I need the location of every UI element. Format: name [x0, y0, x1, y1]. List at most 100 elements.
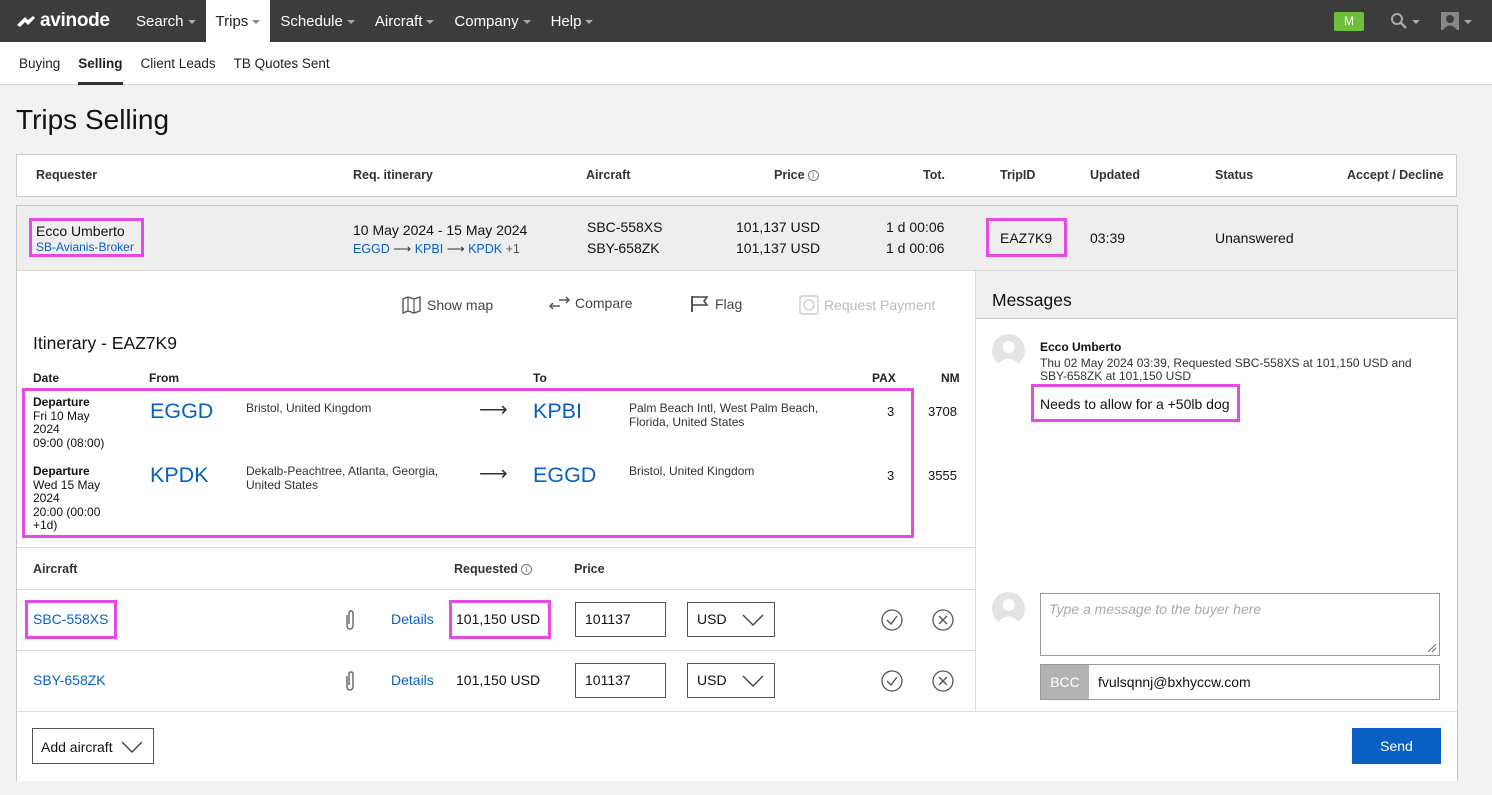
decline-x-icon[interactable] — [932, 670, 954, 692]
leg-date: Departure Wed 15 May 2024 20:00 (00:00 +… — [33, 464, 101, 533]
tab-tb-quotes-sent[interactable]: TB Quotes Sent — [225, 42, 339, 84]
accept-check-icon[interactable] — [881, 609, 903, 631]
caret-down-icon — [585, 19, 594, 24]
currency-value: USD — [697, 672, 727, 688]
decline-x-icon[interactable] — [932, 609, 954, 631]
details-link[interactable]: Details — [391, 611, 434, 627]
leg-date-line: Wed 15 May — [33, 477, 101, 492]
col-status[interactable]: Status — [1215, 168, 1253, 182]
trip-summary-row[interactable]: Ecco Umberto SB-Avianis-Broker 10 May 20… — [17, 206, 1457, 271]
itinerary-title: Itinerary - EAZ7K9 — [33, 333, 177, 353]
leg-date-line: 2024 — [33, 491, 60, 505]
from-airport-link[interactable]: KPDK — [150, 463, 209, 488]
resize-grip-icon[interactable] — [1427, 643, 1437, 653]
arrow-right-icon: ⟶ — [446, 242, 465, 256]
col-accept-decline[interactable]: Accept / Decline — [1347, 168, 1444, 182]
compare-label: Compare — [575, 295, 633, 311]
flag-button[interactable]: Flag — [690, 295, 742, 313]
nav-company-label: Company — [454, 12, 519, 30]
caret-down-icon — [252, 19, 261, 24]
show-map-button[interactable]: Show map — [401, 295, 493, 315]
user-badge[interactable]: M — [1334, 11, 1364, 31]
currency-select[interactable]: USD — [687, 663, 775, 698]
nav-help[interactable]: Help — [541, 0, 604, 42]
info-icon[interactable]: i — [807, 170, 819, 182]
route-airport[interactable]: KPDK — [468, 242, 502, 256]
aircraft-reg-link[interactable]: SBC-558XS — [33, 611, 108, 627]
user-menu[interactable] — [1440, 11, 1472, 31]
page-title: Trips Selling — [16, 104, 170, 135]
arrow-right-icon: ⟶ — [479, 399, 508, 421]
leg-pax: 3 — [887, 404, 895, 419]
ac-col-requested-label: Requested — [454, 562, 518, 576]
col-itinerary[interactable]: Req. itinerary — [353, 168, 433, 182]
nav-help-label: Help — [550, 12, 582, 30]
nav-trips[interactable]: Trips — [205, 0, 271, 42]
col-trip-id[interactable]: TripID — [1000, 168, 1035, 182]
search-menu[interactable] — [1390, 12, 1420, 30]
nav-search-label: Search — [136, 12, 184, 30]
itin-col-date: Date — [33, 371, 60, 385]
col-aircraft[interactable]: Aircraft — [586, 168, 630, 182]
compare-button[interactable]: Compare — [549, 295, 633, 311]
price-input[interactable]: 101137 — [575, 663, 666, 698]
aircraft-reg-link[interactable]: SBY-658ZK — [33, 672, 106, 688]
nav-aircraft[interactable]: Aircraft — [365, 0, 445, 42]
arrow-right-icon: ⟶ — [393, 242, 412, 256]
top-nav: avinode Search Trips Schedule Aircraft C… — [0, 0, 1492, 42]
to-airport-link[interactable]: EGGD — [533, 463, 596, 488]
status-text: Unanswered — [1215, 230, 1294, 246]
to-airport-link[interactable]: KPBI — [533, 399, 582, 424]
aircraft-link[interactable]: SBC-558XS — [587, 219, 662, 235]
message-sender: Ecco Umberto — [1040, 340, 1122, 354]
tab-client-leads[interactable]: Client Leads — [132, 42, 225, 84]
flag-icon — [691, 296, 709, 312]
requester-company-link[interactable]: SB-Avianis-Broker — [36, 240, 134, 254]
trip-route: EGGD ⟶ KPBI ⟶ KPDK +1 — [353, 241, 520, 256]
route-airport[interactable]: EGGD — [353, 242, 390, 256]
from-airport-link[interactable]: EGGD — [150, 399, 213, 424]
paperclip-icon[interactable] — [343, 609, 357, 631]
message-input[interactable]: Type a message to the buyer here — [1040, 593, 1440, 656]
info-icon[interactable]: i — [520, 564, 532, 576]
request-payment-button[interactable]: Request Payment — [799, 295, 935, 315]
bcc-field[interactable]: BCC fvulsqnnj@bxhyccw.com — [1040, 664, 1440, 700]
leg-date: Departure Fri 10 May 2024 09:00 (08:00) — [33, 395, 104, 450]
message-input-placeholder: Type a message to the buyer here — [1049, 601, 1262, 617]
route-airport[interactable]: KPBI — [415, 242, 444, 256]
currency-select[interactable]: USD — [687, 602, 775, 637]
trips-table-header: Requester Req. itinerary Aircraft Price i… — [16, 154, 1457, 197]
col-total[interactable]: Tot. — [923, 168, 945, 182]
tab-buying[interactable]: Buying — [10, 42, 69, 84]
leg-type: Departure — [33, 395, 90, 409]
tab-selling[interactable]: Selling — [69, 42, 131, 85]
details-link[interactable]: Details — [391, 672, 434, 688]
col-updated[interactable]: Updated — [1090, 168, 1140, 182]
accept-check-icon[interactable] — [881, 670, 903, 692]
leg-nm: 3708 — [928, 404, 957, 419]
updated-time: 03:39 — [1090, 230, 1126, 246]
col-price[interactable]: Price i — [774, 168, 819, 182]
col-requester[interactable]: Requester — [36, 168, 97, 182]
nav-search[interactable]: Search — [126, 0, 206, 42]
avinode-logo[interactable]: avinode — [0, 10, 126, 32]
bcc-email-value[interactable]: fvulsqnnj@bxhyccw.com — [1089, 665, 1260, 699]
requested-price: 101,150 USD — [456, 672, 541, 688]
flight-total: 1 d 00:06 — [886, 219, 945, 235]
send-button[interactable]: Send — [1352, 728, 1441, 764]
trip-dates: 10 May 2024 - 15 May 2024 — [353, 222, 528, 238]
aircraft-link[interactable]: SBY-658ZK — [587, 240, 660, 256]
flag-label: Flag — [715, 296, 743, 312]
bcc-label: BCC — [1041, 665, 1089, 699]
ac-col-price: Price — [574, 562, 605, 576]
price-input[interactable]: 101137 — [575, 602, 666, 637]
paperclip-icon[interactable] — [343, 670, 357, 692]
add-aircraft-dropdown[interactable]: Add aircraft — [32, 728, 154, 764]
itin-col-to: To — [533, 371, 547, 385]
itin-col-nm: NM — [941, 371, 960, 385]
nav-company[interactable]: Company — [444, 0, 540, 42]
aircraft-price: 101,137 USD — [736, 240, 821, 256]
nav-aircraft-label: Aircraft — [374, 12, 423, 30]
nav-schedule[interactable]: Schedule — [270, 0, 365, 42]
messages-pane: Messages Ecco Umberto Thu 02 May 2024 03… — [976, 271, 1457, 711]
